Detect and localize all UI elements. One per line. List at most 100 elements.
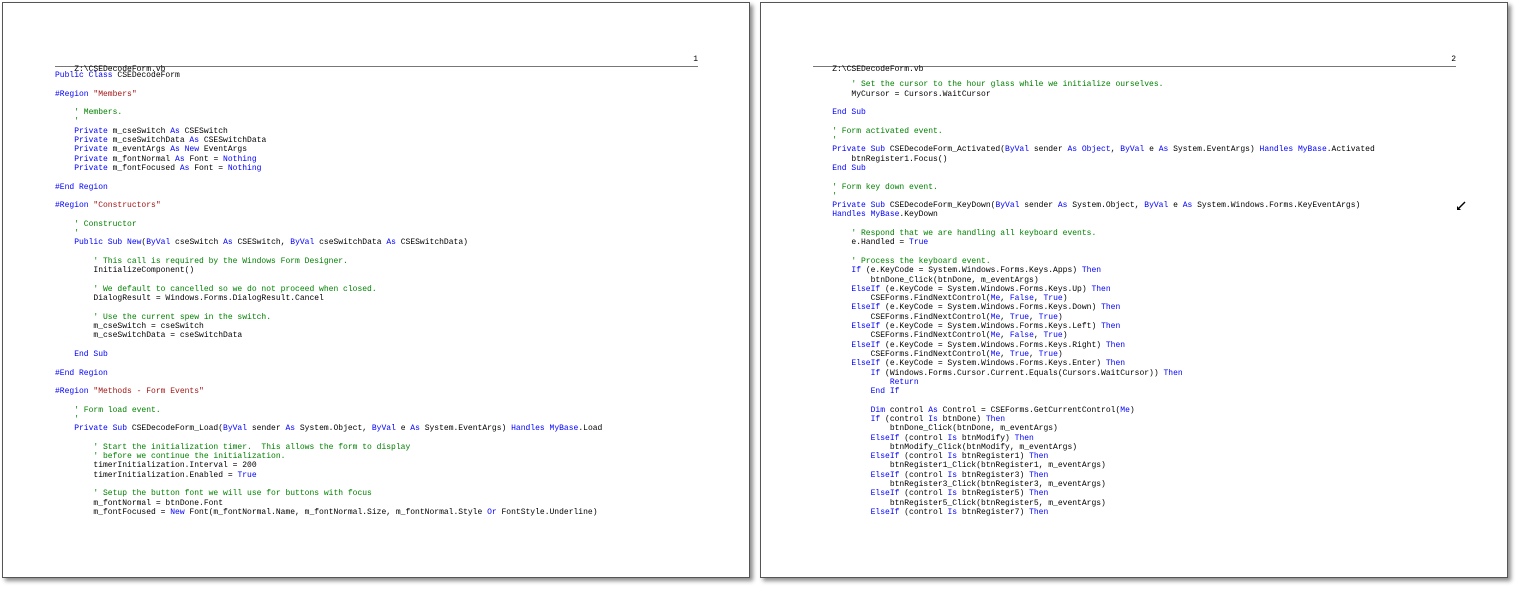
code-token: ,: [1029, 312, 1039, 322]
code-token: Handles MyBase: [511, 424, 579, 434]
code-token: Private: [55, 163, 113, 173]
code-token: btnRegister7): [961, 507, 1030, 517]
code-token: CSESwitchData: [203, 136, 267, 146]
code-token: btnDone_Click(btnDone, m_eventArgs): [813, 424, 1058, 434]
code-line: ' We default to cancelled so we do not p…: [55, 285, 602, 294]
code-listing: Public Class CSEDecodeForm #Region "Memb…: [55, 71, 602, 517]
code-line: ElseIf (control Is btnRegister3) Then: [813, 471, 1375, 480]
code-token: e.Handled =: [813, 238, 910, 248]
code-token: Handles MyBase: [1259, 145, 1327, 155]
code-token: ' This call is required by the Windows F…: [55, 256, 348, 266]
code-token: As New: [170, 145, 204, 155]
code-line: End If: [813, 387, 1375, 396]
code-token: "Members": [93, 89, 137, 99]
code-token: Private Sub: [813, 145, 890, 155]
code-token: Private: [55, 145, 113, 155]
code-token: As Object: [1067, 145, 1111, 155]
code-token: True: [1043, 294, 1063, 304]
code-token: (e.KeyCode = System.Windows.Forms.Keys.D…: [885, 303, 1102, 313]
code-line: Private m_eventArgs As New EventArgs: [55, 145, 602, 154]
code-token: Is: [947, 452, 962, 462]
code-token: ,: [1000, 331, 1010, 341]
code-token: CSEForms.FindNextControl(: [813, 349, 991, 359]
code-token: Font =: [194, 163, 228, 173]
code-token: InitializeComponent(): [55, 266, 195, 276]
code-line: ': [55, 229, 602, 238]
code-token: ElseIf: [813, 284, 886, 294]
code-line: CSEForms.FindNextControl(Me, False, True…: [813, 294, 1375, 303]
code-token: CSEDecodeForm_Activated(: [889, 145, 1006, 155]
code-line: ' Start the initialization timer. This a…: [55, 443, 602, 452]
code-token: ElseIf: [813, 359, 886, 369]
code-token: sender: [1024, 201, 1058, 211]
code-token: ElseIf: [813, 433, 905, 443]
code-line: btnDone_Click(btnDone, m_eventArgs): [813, 424, 1375, 433]
code-line: DialogResult = Windows.Forms.DialogResul…: [55, 294, 602, 303]
code-token: ByVal: [1144, 201, 1174, 211]
code-token: e: [400, 424, 411, 434]
code-token: Then: [1014, 433, 1034, 443]
code-token: ' Start the initialization timer. This a…: [55, 442, 411, 452]
code-token: (e.KeyCode = System.Windows.Forms.Keys.A…: [865, 266, 1082, 276]
code-line: Public Class CSEDecodeForm: [55, 71, 602, 80]
code-token: ' Process the keyboard event.: [813, 256, 991, 266]
code-token: ' Setup the button font we will use for …: [55, 489, 372, 499]
code-token: (control: [904, 507, 948, 517]
code-token: Private: [55, 154, 113, 164]
page-number: 2: [1451, 55, 1456, 64]
code-token: True: [237, 470, 257, 480]
code-token: ': [55, 229, 80, 239]
code-token: As: [175, 154, 190, 164]
code-token: btnRegister5_Click(btnRegister5, m_event…: [813, 498, 1106, 508]
page-header: Z:\CSEDecodeForm.vb 1: [55, 55, 698, 74]
code-line: MyCursor = Cursors.WaitCursor: [813, 90, 1375, 99]
code-token: CSESwitch: [184, 126, 228, 136]
code-line: Private m_fontFocused As Font = Nothing: [55, 164, 602, 173]
code-line: ' Members.: [55, 108, 602, 117]
code-line: #Region "Members": [55, 90, 602, 99]
code-line: Private m_cseSwitchData As CSESwitchData: [55, 136, 602, 145]
code-line: CSEForms.FindNextControl(Me, True, True): [813, 313, 1375, 322]
code-line: ' before we continue the initialization.: [55, 452, 602, 461]
code-line: btnRegister5_Click(btnRegister5, m_event…: [813, 499, 1375, 508]
code-token: Is: [947, 507, 962, 517]
code-token: m_fontFocused: [112, 163, 180, 173]
code-token: m_fontNormal = btnDone.Font: [55, 498, 224, 508]
code-token: Me: [1120, 405, 1130, 415]
code-line: ' Form load event.: [55, 406, 602, 415]
code-line: InitializeComponent(): [55, 266, 602, 275]
page-1: Z:\CSEDecodeForm.vb 1 Public Class CSEDe…: [2, 2, 750, 578]
code-token: Then: [1029, 470, 1049, 480]
code-line: End Sub: [813, 164, 1375, 173]
code-token: #Region: [55, 89, 94, 99]
code-token: ,: [1000, 349, 1010, 359]
code-token: btnRegister3): [961, 470, 1030, 480]
code-token: ElseIf: [813, 489, 905, 499]
code-token: timerInitialization.Interval = 200: [55, 461, 257, 471]
code-line: ElseIf (control Is btnRegister5) Then: [813, 489, 1375, 498]
code-token: ' Constructor: [55, 219, 137, 229]
code-token: As: [410, 424, 425, 434]
code-line: ElseIf (e.KeyCode = System.Windows.Forms…: [813, 303, 1375, 312]
code-line: ElseIf (control Is btnRegister7) Then: [813, 508, 1375, 517]
code-token: If: [813, 266, 866, 276]
code-token: Then: [1105, 340, 1126, 350]
code-token: m_cseSwitchData = cseSwitchData: [55, 331, 243, 341]
code-token: m_cseSwitchData: [112, 136, 190, 146]
code-token: m_cseSwitch = cseSwitch: [55, 322, 204, 332]
code-line: Dim control As Control = CSEForms.GetCur…: [813, 406, 1375, 415]
code-line: ' Constructor: [55, 220, 602, 229]
code-token: control: [889, 405, 929, 415]
code-token: timerInitialization.Enabled =: [55, 470, 238, 480]
code-line: ' Process the keyboard event.: [813, 257, 1375, 266]
code-token: Then: [1101, 322, 1121, 332]
code-line: #End Region: [55, 369, 602, 378]
code-line: e.Handled = True: [813, 238, 1375, 247]
